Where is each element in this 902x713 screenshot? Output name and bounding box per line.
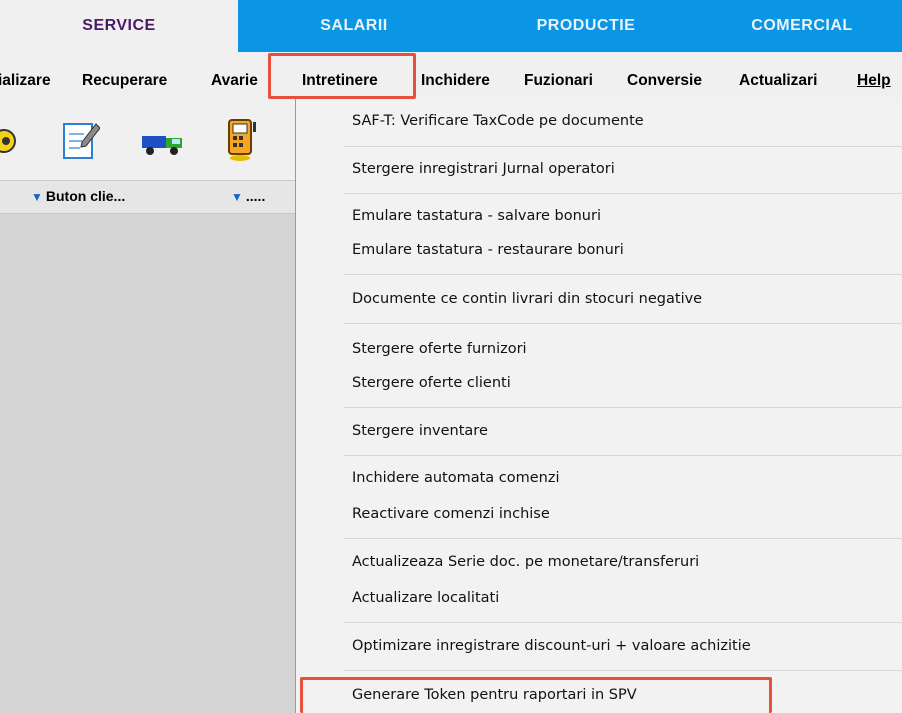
tab-comercial[interactable]: COMERCIAL	[702, 0, 902, 52]
menu-item-optimizare-discount[interactable]: Optimizare inregistrare discount-uri + v…	[352, 638, 751, 654]
menu-item-actualizare-localitati[interactable]: Actualizare localitati	[352, 590, 499, 606]
sort-triangle-icon: ▼	[31, 190, 43, 204]
menu-avarie[interactable]: Avarie	[211, 72, 258, 90]
calculator-icon[interactable]	[226, 116, 262, 166]
menu-separator	[344, 323, 902, 324]
sort-triangle-icon: ▼	[231, 190, 243, 204]
edit-document-icon[interactable]	[60, 118, 100, 164]
menu-separator	[344, 455, 902, 456]
menu-item-stergere-inventare[interactable]: Stergere inventare	[352, 423, 488, 439]
toolbar	[0, 106, 295, 178]
highlight-box-intretinere	[268, 53, 416, 99]
menu-item-stergere-jurnal[interactable]: Stergere inregistrari Jurnal operatori	[352, 161, 615, 177]
menu-item-saft-verificare[interactable]: SAF-T: Verificare TaxCode pe documente	[352, 113, 644, 129]
menu-separator	[344, 407, 902, 408]
column-header-buton-client[interactable]: ▼ Buton clie...	[31, 188, 125, 204]
menu-fuzionari[interactable]: Fuzionari	[524, 72, 593, 90]
menu-conversie[interactable]: Conversie	[627, 72, 702, 90]
menu-item-emulare-salvare[interactable]: Emulare tastatura - salvare bonuri	[352, 208, 601, 224]
tab-salarii[interactable]: SALARII	[238, 0, 470, 52]
menu-inchidere[interactable]: Inchidere	[421, 72, 490, 90]
menu-separator	[344, 538, 902, 539]
menu-item-documente-stocuri-negative[interactable]: Documente ce contin livrari din stocuri …	[352, 291, 702, 307]
menu-separator	[344, 274, 902, 275]
menu-item-inchidere-automata-comenzi[interactable]: Inchidere automata comenzi	[352, 470, 560, 486]
menu-item-stergere-oferte-furnizori[interactable]: Stergere oferte furnizori	[352, 341, 527, 357]
menu-item-reactivare-comenzi[interactable]: Reactivare comenzi inchise	[352, 506, 550, 522]
menu-separator	[344, 193, 902, 194]
menu-separator	[344, 670, 902, 671]
intretinere-dropdown-menu: SAF-T: Verificare TaxCode pe documente S…	[295, 97, 902, 713]
tab-productie[interactable]: PRODUCTIE	[470, 0, 702, 52]
grid-body	[0, 214, 295, 713]
menu-actualizari[interactable]: Actualizari	[739, 72, 817, 90]
highlight-box-generare-token	[300, 677, 772, 713]
menu-item-emulare-restaurare[interactable]: Emulare tastatura - restaurare bonuri	[352, 242, 624, 258]
yellow-circle-icon[interactable]	[0, 126, 18, 156]
truck-icon[interactable]	[142, 130, 186, 158]
menu-separator	[344, 622, 902, 623]
tab-service[interactable]: SERVICE	[0, 0, 238, 52]
menu-item-actualizeaza-serie[interactable]: Actualizeaza Serie doc. pe monetare/tran…	[352, 554, 699, 570]
menu-initializare[interactable]: ializare	[0, 72, 51, 90]
menu-help[interactable]: Help	[857, 72, 891, 90]
column-header-next[interactable]: ▼.....	[231, 188, 265, 204]
module-tab-bar: SERVICE SALARII PRODUCTIE COMERCIAL	[0, 0, 902, 52]
menu-recuperare[interactable]: Recuperare	[82, 72, 167, 90]
grid-column-header: ▼ Buton clie... ▼.....	[0, 180, 295, 214]
menu-separator	[344, 146, 902, 147]
menu-item-stergere-oferte-clienti[interactable]: Stergere oferte clienti	[352, 375, 511, 391]
